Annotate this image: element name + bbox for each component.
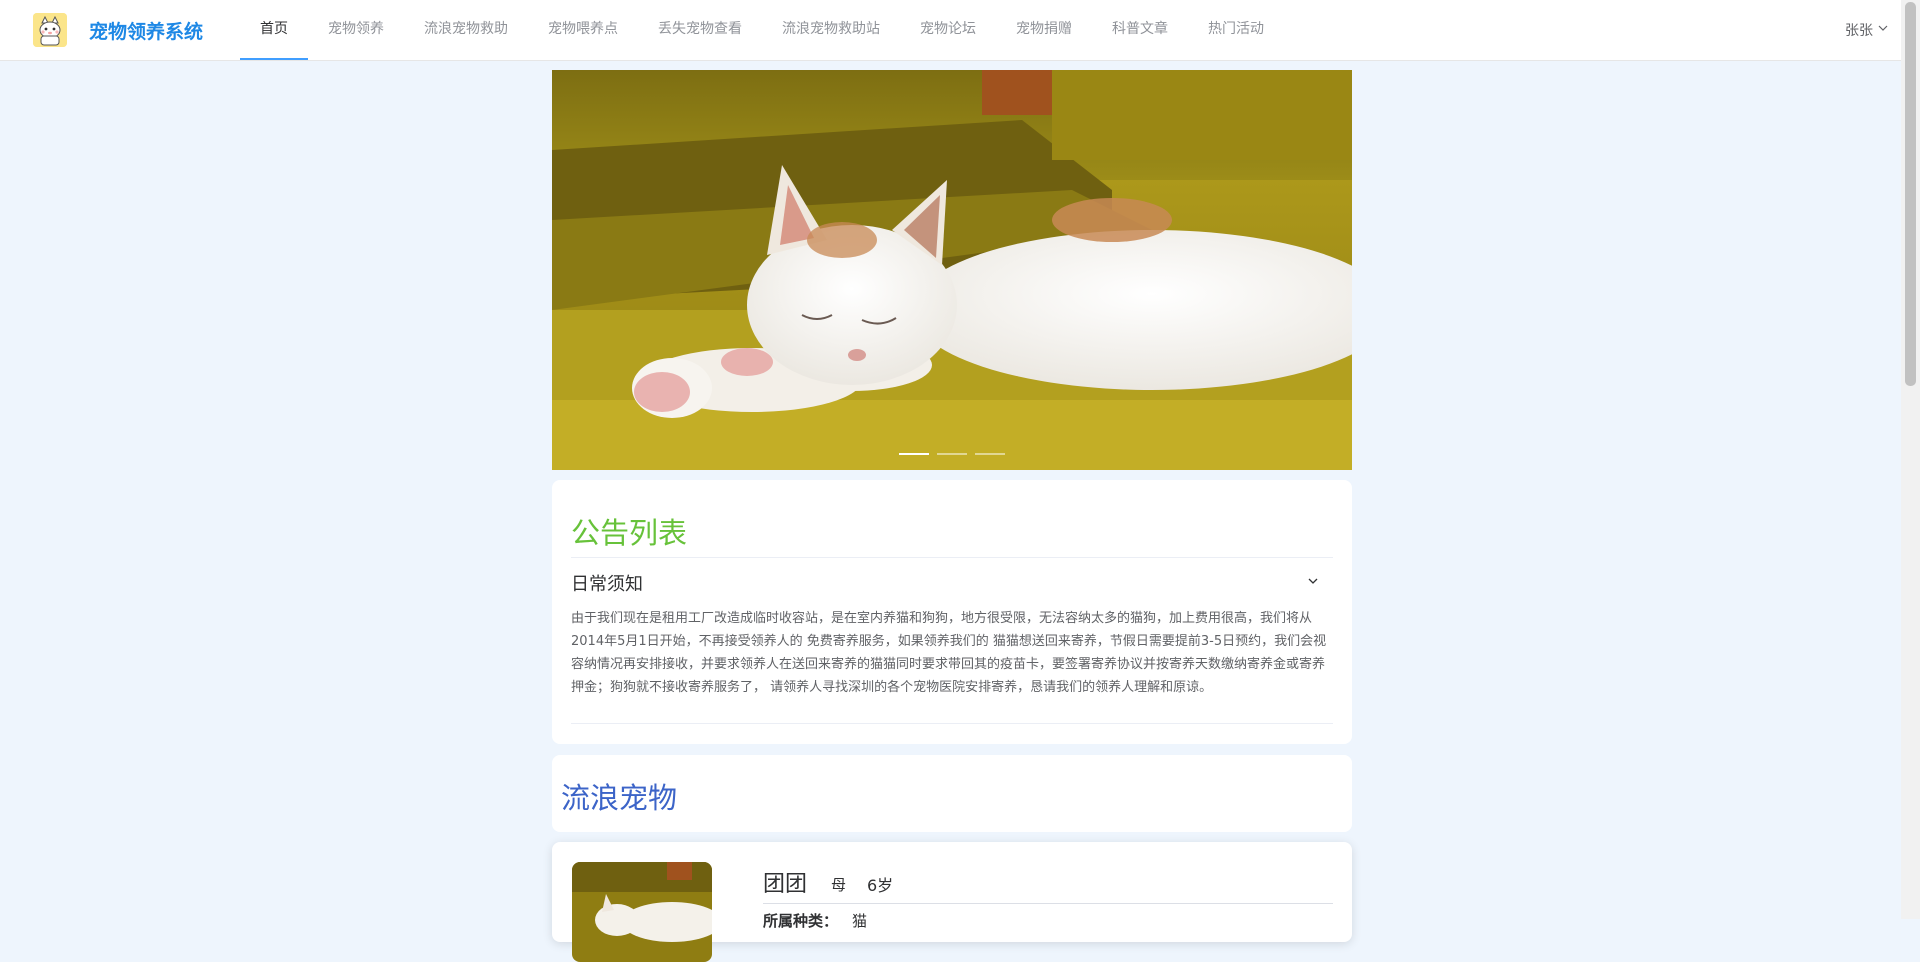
nav-item-pet-adoption[interactable]: 宠物领养 [308,0,404,60]
nav-item-events[interactable]: 热门活动 [1188,0,1284,60]
divider [571,723,1333,724]
pet-gender: 母 [831,876,847,894]
nav-item-donation[interactable]: 宠物捐赠 [996,0,1092,60]
scrollbar-thumb[interactable] [1905,2,1916,386]
carousel-indicator[interactable] [975,453,1005,455]
divider [763,903,1333,904]
nav-item-articles[interactable]: 科普文章 [1092,0,1188,60]
notice-item-text: 由于我们现在是租用工厂改造成临时收容站，是在室内养猫和狗狗，地方很受限，无法容纳… [571,611,1327,695]
divider [571,557,1333,558]
user-menu[interactable]: 张张 [1845,20,1889,40]
pet-species: 猫 [852,912,868,930]
carousel-indicator[interactable] [937,453,967,455]
main-nav: 首页 宠物领养 流浪宠物救助 宠物喂养点 丢失宠物查看 流浪宠物救助站 宠物论坛… [240,0,1284,60]
nav-item-forum[interactable]: 宠物论坛 [900,0,996,60]
stray-pets-header-card: 流浪宠物 [552,755,1352,832]
pet-species-label: 所属种类： [763,912,839,930]
pet-photo[interactable] [572,862,712,962]
nav-item-home[interactable]: 首页 [240,0,308,60]
carousel-indicator[interactable] [899,453,929,455]
chevron-down-icon[interactable] [1306,573,1320,592]
nav-item-stray-rescue[interactable]: 流浪宠物救助 [404,0,528,60]
pet-card[interactable]: 团团 母 6岁 所属种类： 猫 [552,842,1352,962]
nav-item-feeding-points[interactable]: 宠物喂养点 [528,0,638,60]
cat-banner-image [552,70,1352,470]
top-header: 宠物领养系统 首页 宠物领养 流浪宠物救助 宠物喂养点 丢失宠物查看 流浪宠物救… [0,0,1901,61]
stray-pets-title: 流浪宠物 [561,781,678,815]
nav-item-rescue-stations[interactable]: 流浪宠物救助站 [762,0,900,60]
user-name[interactable]: 张张 [1845,20,1873,40]
chevron-down-icon[interactable] [1877,22,1889,38]
notice-card: 公告列表 日常须知 由于我们现在是租用工厂改造成临时收容站，是在室内养猫和狗狗，… [552,480,1352,744]
pet-age: 6岁 [867,876,894,895]
app-title[interactable]: 宠物领养系统 [89,17,203,44]
carousel-indicators [552,453,1352,455]
pet-name: 团团 [763,872,808,897]
notice-title: 公告列表 [571,516,688,550]
cat-logo-icon[interactable] [33,13,67,47]
page-scrollbar[interactable] [1901,0,1920,919]
nav-item-lost-pets[interactable]: 丢失宠物查看 [638,0,762,60]
notice-item-title[interactable]: 日常须知 [571,570,643,596]
banner-carousel[interactable] [552,70,1352,470]
